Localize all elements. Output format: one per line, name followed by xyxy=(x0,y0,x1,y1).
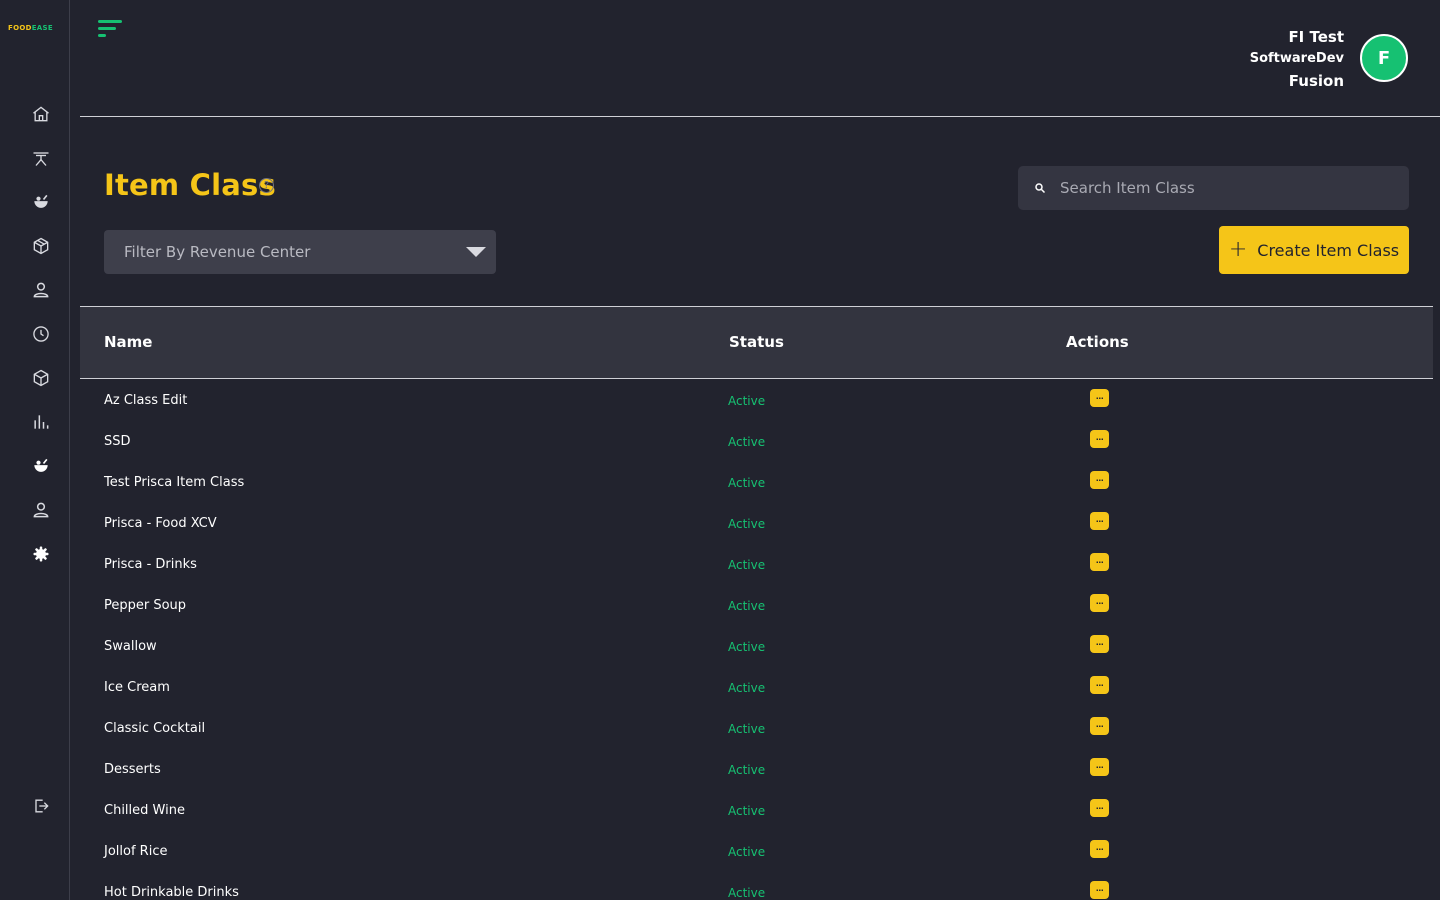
table-body: Az Class Edit Active ··· SSD Active ··· … xyxy=(80,380,1433,900)
table-row[interactable]: Swallow Active ··· xyxy=(80,626,1433,667)
search-box[interactable] xyxy=(1018,166,1409,210)
more-actions-icon[interactable]: ··· xyxy=(1090,881,1109,899)
row-name: Pepper Soup xyxy=(104,598,187,613)
row-name: Jollof Rice xyxy=(104,844,168,859)
status-badge: Active xyxy=(728,435,766,449)
row-name: Prisca - Food XCV xyxy=(104,516,217,531)
table-row[interactable]: Prisca - Drinks Active ··· xyxy=(80,544,1433,585)
user-company: Fusion xyxy=(1288,72,1344,90)
status-badge: Active xyxy=(728,394,766,408)
food-icon[interactable] xyxy=(30,191,52,213)
row-name: Prisca - Drinks xyxy=(104,557,197,572)
user-outline-icon[interactable] xyxy=(30,499,52,521)
help-icon[interactable]: ? xyxy=(259,178,274,193)
user-info: FI Test SoftwareDev Fusion xyxy=(1250,26,1344,92)
row-name: Az Class Edit xyxy=(104,393,188,408)
menu-toggle-icon[interactable] xyxy=(98,20,124,42)
user-name: FI Test xyxy=(1288,28,1344,46)
row-name: SSD xyxy=(104,434,131,449)
user-icon[interactable] xyxy=(30,279,52,301)
home-icon[interactable] xyxy=(30,103,52,125)
search-input[interactable] xyxy=(1060,179,1380,197)
row-name: Classic Cocktail xyxy=(104,721,206,736)
more-actions-icon[interactable]: ··· xyxy=(1090,799,1109,817)
clock-icon[interactable] xyxy=(30,323,52,345)
table-row[interactable]: Prisca - Food XCV Active ··· xyxy=(80,503,1433,544)
box-icon[interactable] xyxy=(30,367,52,389)
status-badge: Active xyxy=(728,722,766,736)
table-row[interactable]: Ice Cream Active ··· xyxy=(80,667,1433,708)
avatar[interactable]: F xyxy=(1360,34,1408,82)
column-header-status[interactable]: Status xyxy=(729,333,784,351)
column-header-name[interactable]: Name xyxy=(104,333,152,351)
plus-icon: + xyxy=(1228,237,1248,262)
row-name: Hot Drinkable Drinks xyxy=(104,885,239,900)
more-actions-icon[interactable]: ··· xyxy=(1090,389,1109,407)
logout-icon[interactable] xyxy=(30,795,52,817)
table-row[interactable]: Hot Drinkable Drinks Active ··· xyxy=(80,872,1433,900)
column-header-actions: Actions xyxy=(1066,333,1129,351)
row-name: Ice Cream xyxy=(104,680,170,695)
revenue-center-filter[interactable]: Filter By Revenue Center xyxy=(104,230,496,274)
more-actions-icon[interactable]: ··· xyxy=(1090,430,1109,448)
app-logo[interactable]: FOODEASE xyxy=(8,24,53,32)
food-filled-icon[interactable] xyxy=(30,455,52,477)
page-title: Item Class xyxy=(104,168,276,202)
settings-icon[interactable] xyxy=(30,543,52,565)
table-row[interactable]: Pepper Soup Active ··· xyxy=(80,585,1433,626)
filter-label: Filter By Revenue Center xyxy=(124,243,311,261)
table-row[interactable]: Jollof Rice Active ··· xyxy=(80,831,1433,872)
table-row[interactable]: Desserts Active ··· xyxy=(80,749,1433,790)
more-actions-icon[interactable]: ··· xyxy=(1090,676,1109,694)
status-badge: Active xyxy=(728,845,766,859)
row-name: Test Prisca Item Class xyxy=(104,475,245,490)
header-divider xyxy=(80,116,1440,117)
more-actions-icon[interactable]: ··· xyxy=(1090,840,1109,858)
sidebar: FOODEASE xyxy=(0,0,70,900)
table-row[interactable]: Az Class Edit Active ··· xyxy=(80,380,1433,421)
more-actions-icon[interactable]: ··· xyxy=(1090,594,1109,612)
logo-part2: EASE xyxy=(31,24,53,32)
row-name: Swallow xyxy=(104,639,157,654)
create-button-label: Create Item Class xyxy=(1257,240,1400,260)
status-badge: Active xyxy=(728,804,766,818)
more-actions-icon[interactable]: ··· xyxy=(1090,635,1109,653)
row-name: Desserts xyxy=(104,762,161,777)
table-row[interactable]: Test Prisca Item Class Active ··· xyxy=(80,462,1433,503)
status-badge: Active xyxy=(728,476,766,490)
dining-table-icon[interactable] xyxy=(30,147,52,169)
chevron-down-icon xyxy=(466,247,486,257)
status-badge: Active xyxy=(728,640,766,654)
status-badge: Active xyxy=(728,886,766,900)
status-badge: Active xyxy=(728,558,766,572)
more-actions-icon[interactable]: ··· xyxy=(1090,553,1109,571)
table-row[interactable]: Chilled Wine Active ··· xyxy=(80,790,1433,831)
table-header: Name Status Actions xyxy=(80,307,1433,379)
more-actions-icon[interactable]: ··· xyxy=(1090,717,1109,735)
more-actions-icon[interactable]: ··· xyxy=(1090,471,1109,489)
package-icon[interactable] xyxy=(30,235,52,257)
status-badge: Active xyxy=(728,681,766,695)
create-item-class-button[interactable]: + Create Item Class xyxy=(1219,226,1409,274)
more-actions-icon[interactable]: ··· xyxy=(1090,758,1109,776)
logo-part1: FOOD xyxy=(8,24,32,32)
table-row[interactable]: Classic Cocktail Active ··· xyxy=(80,708,1433,749)
table-row[interactable]: SSD Active ··· xyxy=(80,421,1433,462)
row-name: Chilled Wine xyxy=(104,803,185,818)
status-badge: Active xyxy=(728,763,766,777)
search-icon xyxy=(1035,183,1046,194)
bar-chart-icon[interactable] xyxy=(30,411,52,433)
user-role: SoftwareDev xyxy=(1249,51,1344,66)
status-badge: Active xyxy=(728,599,766,613)
status-badge: Active xyxy=(728,517,766,531)
more-actions-icon[interactable]: ··· xyxy=(1090,512,1109,530)
